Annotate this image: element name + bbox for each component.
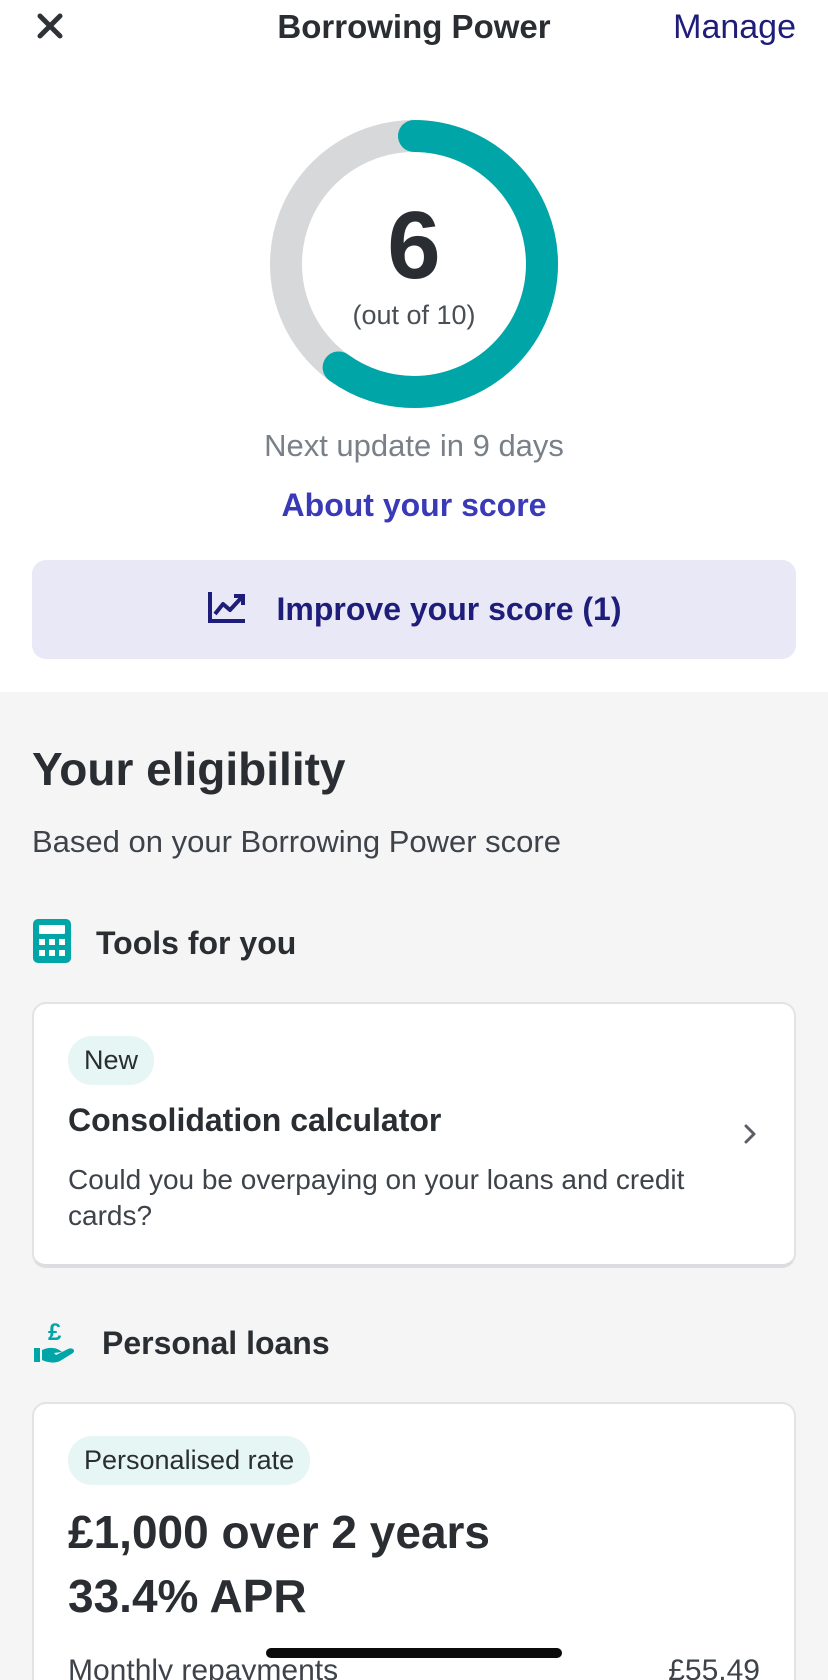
pound-hand-icon: £ <box>32 1318 78 1369</box>
card-title: Consolidation calculator <box>68 1102 442 1138</box>
chevron-right-icon <box>742 1122 758 1151</box>
consolidation-calculator-card[interactable]: New Consolidation calculator Could you b… <box>32 1002 796 1268</box>
eligibility-title: Your eligibility <box>32 743 346 795</box>
trending-chart-icon <box>207 590 247 629</box>
card-description: Could you be overpaying on your loans an… <box>68 1164 685 1231</box>
eligibility-section: Your eligibility Based on your Borrowing… <box>0 692 828 1680</box>
about-score-link[interactable]: About your score <box>0 487 828 524</box>
loan-amount-term: £1,000 over 2 years <box>68 1506 491 1558</box>
score-gauge: 6 (out of 10) <box>270 120 558 408</box>
loan-apr: 33.4% APR <box>68 1570 307 1622</box>
next-update-text: Next update in 9 days <box>264 428 564 463</box>
monthly-repayments-value: £55.49 <box>668 1654 760 1680</box>
personal-loans-heading: £ Personal loans <box>32 1318 330 1369</box>
svg-text:£: £ <box>48 1319 62 1346</box>
improve-score-label: Improve your score (1) <box>276 591 622 627</box>
personal-loan-card[interactable]: Personalised rate £1,000 over 2 years 33… <box>32 1402 796 1680</box>
top-bar: Borrowing Power Manage <box>0 0 828 64</box>
manage-button[interactable]: Manage <box>673 8 796 47</box>
score-out-of: (out of 10) <box>352 300 476 330</box>
new-badge: New <box>68 1036 155 1085</box>
score-value: 6 <box>387 192 441 299</box>
tools-heading-label: Tools for you <box>96 925 297 961</box>
eligibility-subtitle: Based on your Borrowing Power score <box>32 824 561 859</box>
personalised-rate-badge: Personalised rate <box>68 1436 311 1485</box>
calculator-icon <box>32 918 72 969</box>
personal-loans-label: Personal loans <box>102 1325 330 1361</box>
loan-summary: £1,000 over 2 years 33.4% APR <box>68 1500 490 1628</box>
home-indicator <box>266 1648 562 1658</box>
tools-heading: Tools for you <box>32 918 296 969</box>
improve-score-button[interactable]: Improve your score (1) <box>32 560 796 659</box>
